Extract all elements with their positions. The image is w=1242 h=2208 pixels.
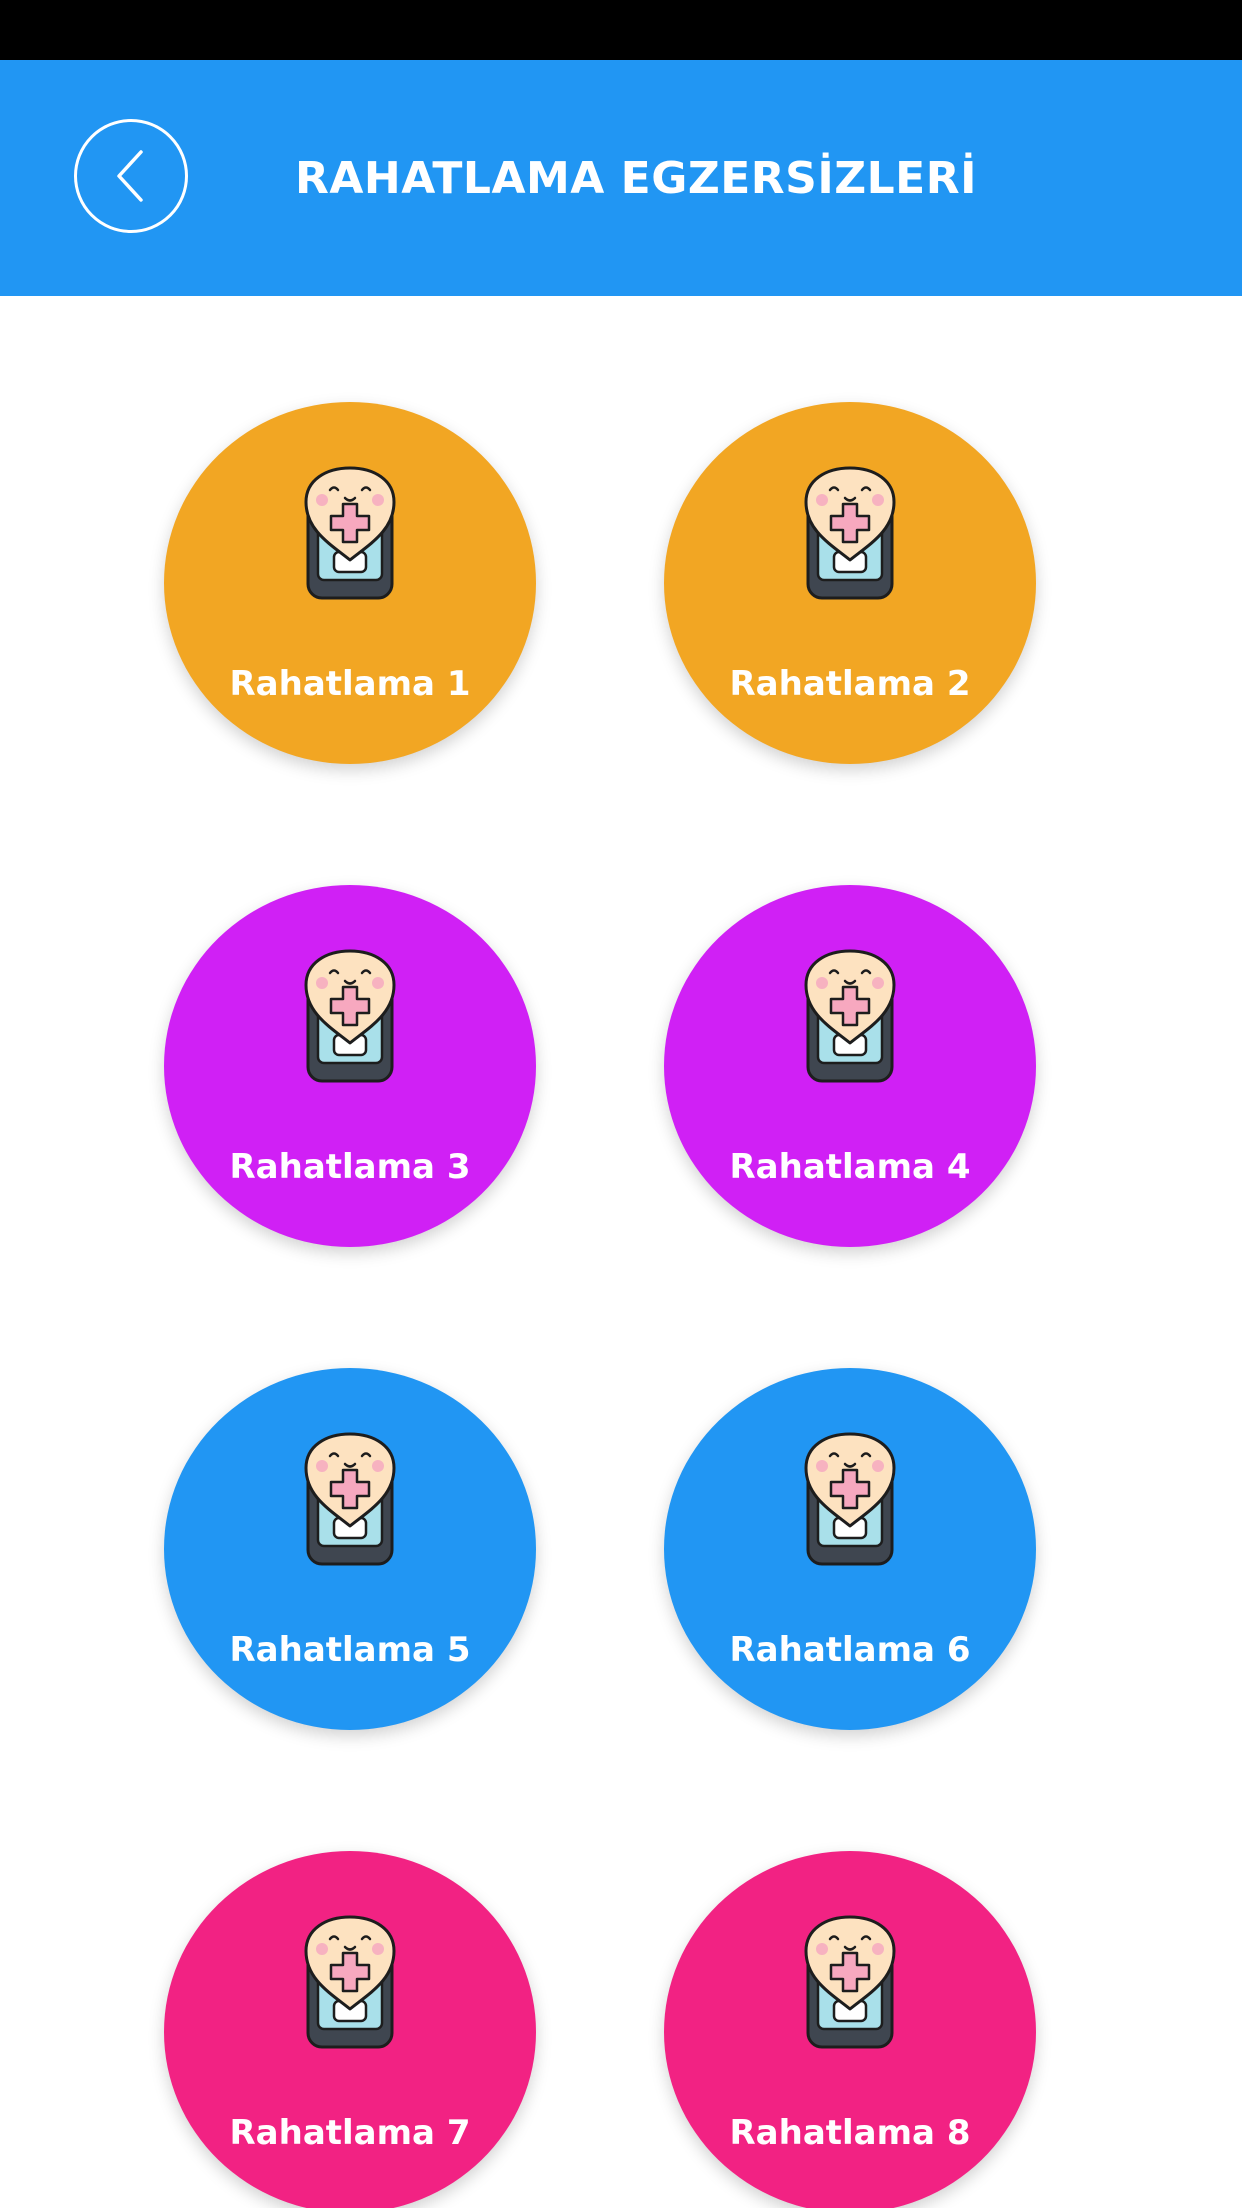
back-button[interactable] <box>74 119 188 233</box>
exercise-tile-5[interactable]: Rahatlama 5 <box>164 1368 536 1730</box>
exercise-tile-6[interactable]: Rahatlama 6 <box>664 1368 1036 1730</box>
phone-health-icon <box>800 1430 900 1568</box>
exercise-tile-7[interactable]: Rahatlama 7 <box>164 1851 536 2208</box>
tile-label: Rahatlama 1 <box>229 664 471 704</box>
tile-label: Rahatlama 7 <box>229 2113 471 2153</box>
tile-label: Rahatlama 2 <box>729 664 971 704</box>
page-title: RAHATLAMA EGZERSİZLERİ <box>295 152 977 204</box>
app-header: RAHATLAMA EGZERSİZLERİ <box>0 60 1242 296</box>
exercise-tile-3[interactable]: Rahatlama 3 <box>164 885 536 1247</box>
status-bar <box>0 0 1242 60</box>
chevron-left-icon <box>111 146 151 206</box>
exercise-grid: Rahatlama 1 Rahatlama 2 Rahatlama 3 Raha… <box>0 296 1242 2208</box>
tile-label: Rahatlama 8 <box>729 2113 971 2153</box>
phone-health-icon <box>300 464 400 602</box>
phone-health-icon <box>800 947 900 1085</box>
exercise-tile-1[interactable]: Rahatlama 1 <box>164 402 536 764</box>
phone-health-icon <box>800 1913 900 2051</box>
phone-health-icon <box>300 947 400 1085</box>
exercise-tile-2[interactable]: Rahatlama 2 <box>664 402 1036 764</box>
tile-label: Rahatlama 5 <box>229 1630 471 1670</box>
phone-health-icon <box>300 1430 400 1568</box>
tile-label: Rahatlama 4 <box>729 1147 971 1187</box>
phone-health-icon <box>800 464 900 602</box>
exercise-tile-8[interactable]: Rahatlama 8 <box>664 1851 1036 2208</box>
tile-label: Rahatlama 3 <box>229 1147 471 1187</box>
tile-label: Rahatlama 6 <box>729 1630 971 1670</box>
exercise-tile-4[interactable]: Rahatlama 4 <box>664 885 1036 1247</box>
phone-health-icon <box>300 1913 400 2051</box>
